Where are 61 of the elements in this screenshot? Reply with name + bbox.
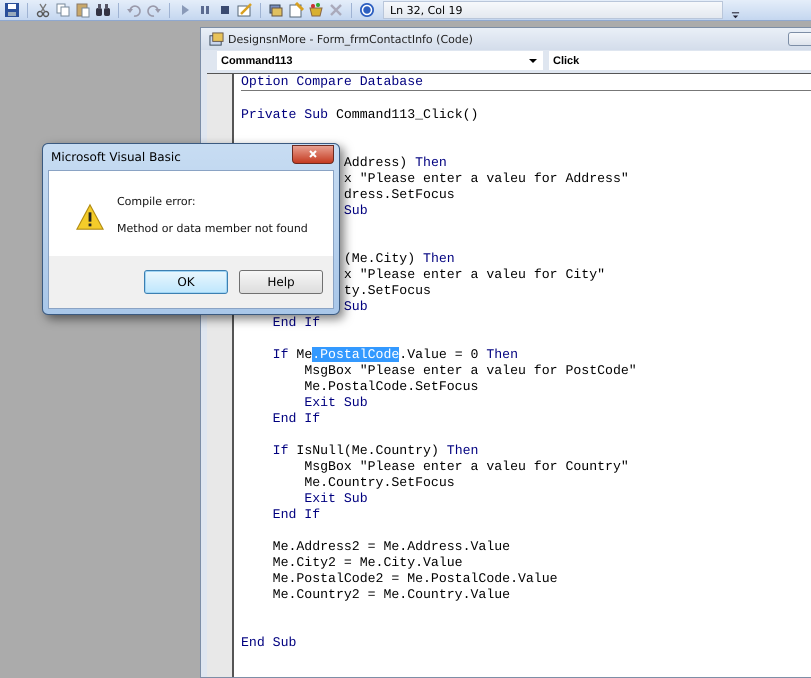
code-text: Me.Country2 = Me.Country.Value bbox=[272, 587, 510, 602]
error-message: Method or data member not found bbox=[117, 222, 308, 235]
code-keyword: If bbox=[272, 443, 288, 458]
code-text: Command113_Click() bbox=[336, 107, 478, 122]
code-text: ty.SetFocus bbox=[344, 283, 431, 298]
design-icon[interactable] bbox=[237, 2, 253, 18]
code-keyword: Private Sub bbox=[241, 107, 328, 122]
code-text: Me.Address2 = Me.Address.Value bbox=[272, 539, 510, 554]
code-keyword: Then bbox=[423, 251, 455, 266]
dialog-title: Microsoft Visual Basic bbox=[51, 150, 181, 164]
code-window-icon bbox=[209, 32, 224, 46]
code-text: Me.PostalCode2 = Me.PostalCode.Value bbox=[272, 571, 558, 586]
code-text: x "Please enter a valeu for Address" bbox=[344, 171, 629, 186]
code-keyword: Sub bbox=[344, 299, 368, 314]
code-keyword: Exit Sub bbox=[304, 491, 368, 506]
warning-icon bbox=[75, 203, 105, 231]
code-text: Me.PostalCode.SetFocus bbox=[304, 379, 478, 394]
restore-button[interactable] bbox=[788, 32, 811, 46]
code-keyword: End Sub bbox=[241, 635, 296, 650]
properties-icon[interactable] bbox=[288, 2, 304, 18]
procedure-dropdown[interactable]: Click bbox=[549, 51, 811, 70]
code-keyword: End If bbox=[272, 507, 320, 522]
window-title: DesignsnMore - Form_frmContactInfo (Code) bbox=[228, 32, 473, 46]
project-icon[interactable] bbox=[268, 2, 284, 18]
binoculars-icon[interactable] bbox=[95, 2, 111, 18]
code-text: Me.Country.SetFocus bbox=[304, 475, 455, 490]
toolbar-options-icon[interactable] bbox=[731, 10, 740, 20]
close-button[interactable] bbox=[292, 144, 334, 164]
cut-icon[interactable] bbox=[35, 2, 51, 18]
help-button[interactable]: Help bbox=[239, 270, 323, 294]
close-icon[interactable] bbox=[308, 149, 318, 159]
object-browser-icon[interactable] bbox=[308, 2, 324, 18]
code-keyword: End If bbox=[272, 411, 320, 426]
dropdown-arrow-icon[interactable] bbox=[529, 58, 537, 62]
code-text: Me.City2 = Me.City.Value bbox=[272, 555, 463, 570]
code-keyword: Then bbox=[415, 155, 447, 170]
cursor-position-field: Ln 32, Col 19 bbox=[383, 1, 723, 19]
code-keyword: End If bbox=[272, 315, 320, 330]
code-keyword: Sub bbox=[344, 203, 368, 218]
code-keyword: Exit Sub bbox=[304, 395, 368, 410]
code-keyword: Option Compare Database bbox=[241, 74, 424, 89]
code-keyword: If bbox=[272, 347, 288, 362]
object-dropdown[interactable]: Command113 bbox=[217, 51, 543, 70]
error-heading: Compile error: bbox=[117, 195, 197, 208]
code-text: Me bbox=[296, 347, 312, 362]
paste-icon[interactable] bbox=[75, 2, 91, 18]
code-keyword: Then bbox=[446, 443, 478, 458]
code-text: x "Please enter a valeu for City" bbox=[344, 267, 606, 282]
copy-icon[interactable] bbox=[55, 2, 71, 18]
code-text: Address) bbox=[344, 155, 408, 170]
code-keyword: Then bbox=[486, 347, 518, 362]
code-text: MsgBox "Please enter a valeu for Country" bbox=[304, 459, 629, 474]
ok-button[interactable]: OK bbox=[144, 270, 228, 294]
code-text: .Value = 0 bbox=[399, 347, 480, 362]
code-text: MsgBox "Please enter a valeu for PostCode" bbox=[304, 363, 637, 378]
code-text: dress.SetFocus bbox=[344, 187, 455, 202]
selected-code-text: .PostalCode bbox=[312, 347, 400, 362]
save-icon[interactable] bbox=[4, 2, 20, 18]
code-text: (Me.City) bbox=[344, 251, 416, 266]
code-text: IsNull(Me.Country) bbox=[296, 443, 440, 458]
help-icon[interactable] bbox=[359, 2, 375, 18]
